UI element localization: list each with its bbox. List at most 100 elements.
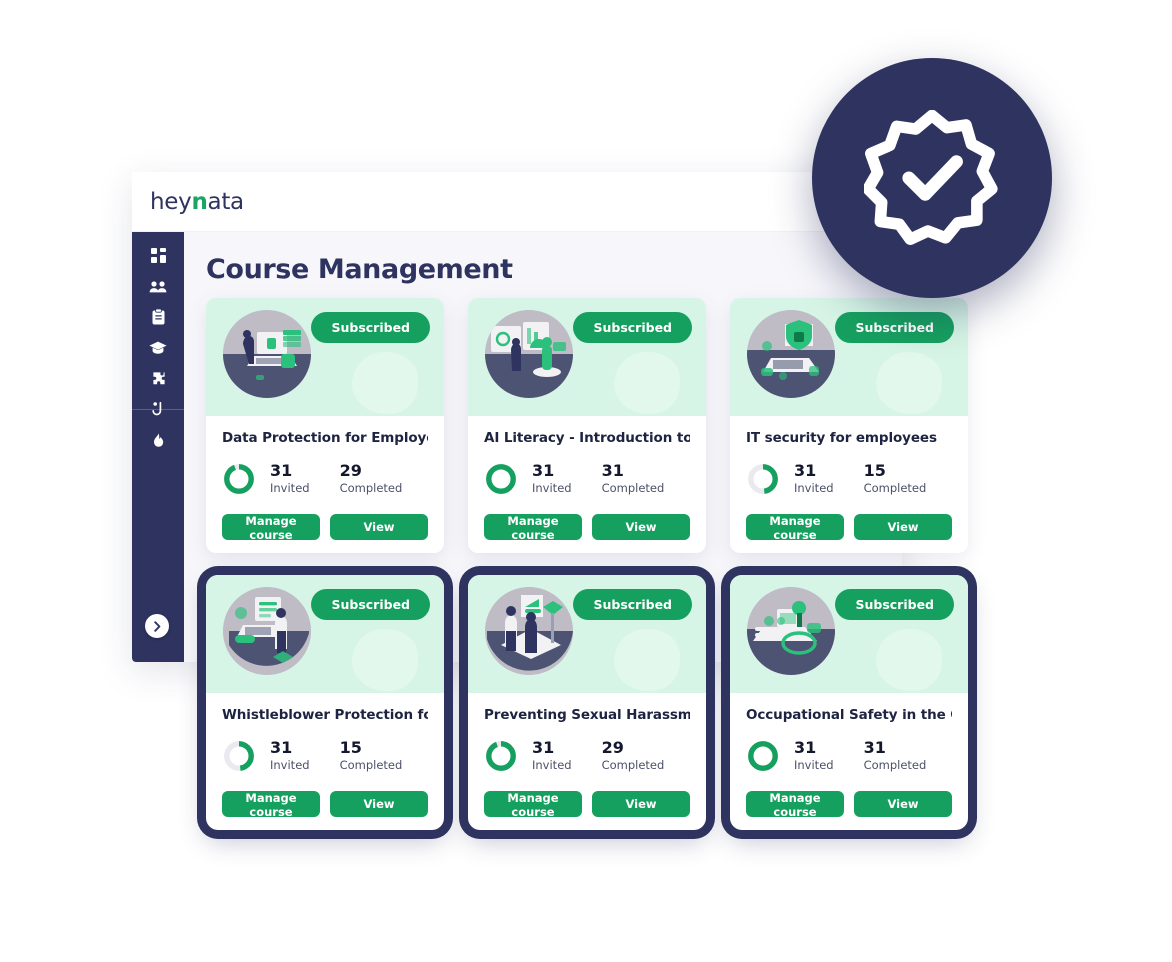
course-stats: 31 Invited 31 Completed	[746, 739, 952, 773]
progress-donut	[224, 741, 254, 771]
completed-count: 15	[863, 460, 886, 480]
stat-completed: 31 Completed	[863, 737, 927, 773]
invited-count: 31	[794, 460, 817, 480]
manage-course-button[interactable]: Manage course	[746, 791, 844, 819]
progress-donut	[486, 464, 516, 494]
course-stats: 31 Invited 31 Completed	[484, 462, 690, 496]
view-course-button[interactable]: View	[854, 514, 952, 540]
completed-label: Completed	[601, 758, 665, 773]
view-course-button[interactable]: View	[330, 514, 428, 540]
subscribed-status-badge[interactable]: Subscribed	[311, 312, 430, 343]
card-body: Preventing Sexual Harassment 31 Invited …	[468, 693, 706, 773]
sidebar	[132, 232, 184, 662]
manage-course-button[interactable]: Manage course	[484, 514, 582, 542]
hero-decorative-blob	[876, 629, 942, 691]
manage-course-button[interactable]: Manage course	[484, 791, 582, 819]
sidebar-divider	[132, 409, 184, 410]
course-title: AI Literacy - Introduction to...	[484, 430, 690, 446]
card-body: Occupational Safety in the Office 31 Inv…	[730, 693, 968, 773]
subscribed-status-badge[interactable]: Subscribed	[573, 589, 692, 620]
sidebar-item-reports[interactable]	[144, 306, 172, 328]
progress-donut	[748, 464, 778, 494]
sidebar-item-awareness[interactable]	[144, 430, 172, 452]
manage-course-button[interactable]: Manage course	[222, 791, 320, 819]
card-hero: Subscribed	[730, 298, 968, 416]
invited-count: 31	[270, 737, 293, 757]
card-hero: Subscribed	[468, 575, 706, 693]
verified-seal-badge	[812, 58, 1052, 298]
completed-label: Completed	[339, 758, 403, 773]
subscribed-status-badge[interactable]: Subscribed	[835, 312, 954, 343]
subscribed-status-badge[interactable]: Subscribed	[573, 312, 692, 343]
progress-donut	[224, 464, 254, 494]
view-course-button[interactable]: View	[592, 791, 690, 817]
hero-decorative-blob	[614, 629, 680, 691]
office-desk-safety-icon	[747, 587, 835, 675]
chevron-right-icon	[153, 620, 160, 632]
sidebar-item-users[interactable]	[144, 275, 172, 297]
card-body: Whistleblower Protection for... 31 Invit…	[206, 693, 444, 773]
manage-course-button[interactable]: Manage course	[222, 514, 320, 542]
stat-completed: 15 Completed	[339, 739, 403, 773]
stat-invited: 31 Invited	[532, 460, 572, 496]
stat-completed: 29 Completed	[601, 737, 665, 773]
flame-icon	[154, 433, 164, 447]
invited-count: 31	[532, 737, 555, 757]
course-stats: 31 Invited 29 Completed	[484, 739, 690, 773]
person-laptop-document-icon	[223, 587, 311, 675]
completed-label: Completed	[863, 481, 927, 496]
view-course-button[interactable]: View	[854, 791, 952, 817]
course-card[interactable]: Subscribed Preventing Sexual Harassment …	[468, 575, 706, 830]
course-card[interactable]: Subscribed Data Protection for Employees…	[206, 298, 444, 553]
course-card[interactable]: Subscribed Occupational Safety in the Of…	[730, 575, 968, 830]
card-hero: Subscribed	[206, 575, 444, 693]
card-hero: Subscribed	[730, 575, 968, 693]
view-course-button[interactable]: View	[592, 514, 690, 540]
stat-completed: 15 Completed	[863, 460, 927, 496]
course-card[interactable]: Subscribed Whistleblower Protection for.…	[206, 575, 444, 830]
verified-badge-check-icon	[864, 110, 998, 245]
course-card[interactable]: Subscribed AI Literacy - Introduction to…	[468, 298, 706, 553]
graduation-cap-icon	[149, 341, 167, 354]
invited-label: Invited	[794, 481, 834, 496]
completed-label: Completed	[339, 481, 403, 496]
course-card[interactable]: Subscribed IT security for employees 31 …	[730, 298, 968, 553]
puzzle-piece-icon	[152, 371, 165, 384]
subscribed-status-badge[interactable]: Subscribed	[835, 589, 954, 620]
ai-presentation-robot-icon	[485, 310, 573, 398]
completed-count: 29	[601, 737, 624, 757]
stat-invited: 31 Invited	[794, 737, 834, 773]
sidebar-item-courses[interactable]	[144, 337, 172, 359]
sidebar-item-dashboard[interactable]	[144, 244, 172, 266]
invited-count: 31	[532, 460, 555, 480]
hero-decorative-blob	[876, 352, 942, 414]
course-stats: 31 Invited 15 Completed	[222, 739, 428, 773]
stat-invited: 31 Invited	[270, 462, 310, 496]
subscribed-status-badge[interactable]: Subscribed	[311, 589, 430, 620]
heynata-logo[interactable]: hey n ata	[150, 189, 244, 215]
course-title: IT security for employees	[746, 430, 937, 446]
sidebar-nav	[132, 232, 184, 452]
invited-count: 31	[794, 737, 817, 757]
completed-count: 31	[863, 737, 886, 757]
sidebar-expand-toggle[interactable]	[145, 614, 169, 638]
view-course-button[interactable]: View	[330, 791, 428, 817]
invited-label: Invited	[532, 481, 572, 496]
course-title: Whistleblower Protection for...	[222, 707, 428, 723]
invited-label: Invited	[270, 758, 310, 773]
two-people-sign-icon	[485, 587, 573, 675]
manage-course-button[interactable]: Manage course	[746, 514, 844, 542]
sidebar-item-phishing[interactable]	[144, 399, 172, 421]
stat-completed: 29 Completed	[339, 462, 403, 496]
completed-label: Completed	[863, 758, 927, 773]
page-title: Course Management	[206, 254, 513, 285]
hero-decorative-blob	[614, 352, 680, 414]
sidebar-item-integrations[interactable]	[144, 368, 172, 390]
progress-donut	[486, 741, 516, 771]
card-body: AI Literacy - Introduction to... 31 Invi…	[468, 416, 706, 496]
course-stats: 31 Invited 15 Completed	[746, 462, 952, 496]
logo-accent-letter: n	[191, 188, 208, 215]
hero-decorative-blob	[352, 629, 418, 691]
card-body: IT security for employees 31 Invited 15 …	[730, 416, 968, 496]
stat-invited: 31 Invited	[270, 737, 310, 773]
